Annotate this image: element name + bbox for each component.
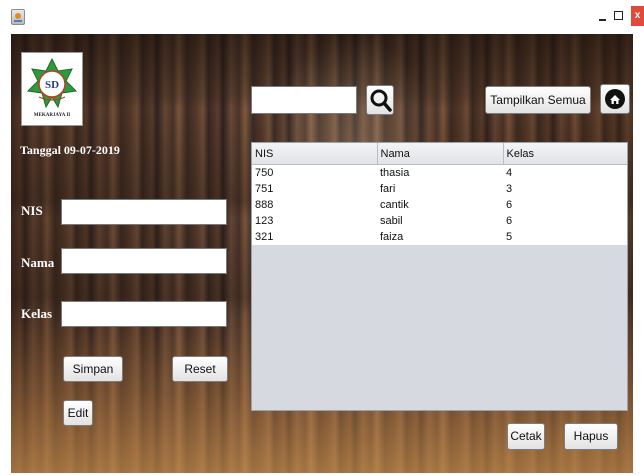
search-input[interactable] [251,86,357,114]
table-cell: 4 [503,164,627,181]
column-header-kelas[interactable]: Kelas [503,143,627,165]
nama-label: Nama [21,255,55,270]
column-header-nis[interactable]: NIS [252,143,378,165]
nis-label: NIS [21,203,43,218]
column-header-nama[interactable]: Nama [377,143,504,165]
minimize-button[interactable] [596,6,610,26]
nama-field[interactable] [61,248,227,274]
home-button[interactable] [600,84,630,114]
search-button[interactable] [366,85,394,115]
hapus-button[interactable]: Hapus [564,423,618,450]
table-row[interactable]: 321 faiza 5 [252,229,627,245]
table-cell: 321 [252,229,377,245]
table-header-row: NIS Nama Kelas [252,143,627,165]
table-cell: faiza [377,229,503,245]
kelas-field[interactable] [61,301,227,327]
edit-button[interactable]: Edit [63,400,93,426]
nis-field[interactable] [61,199,227,225]
table-cell: 3 [503,181,627,197]
table-cell: 6 [503,213,627,229]
svg-text:MEKARJAYA II: MEKARJAYA II [34,113,70,118]
home-icon [605,89,625,109]
simpan-button[interactable]: Simpan [63,356,123,382]
table-row[interactable]: 750 thasia 4 [252,164,627,181]
student-table[interactable]: NIS Nama Kelas 750 thasia 4 751 fari 3 8… [251,142,628,411]
table-row[interactable]: 888 cantik 6 [252,197,627,213]
table-row[interactable]: 123 sabil 6 [252,213,627,229]
table-cell: 5 [503,229,627,245]
app-window: x SD MEKARJAYA II Tanggal 09-07-2019 NIS… [0,0,644,475]
show-all-button[interactable]: Tampilkan Semua [485,86,591,114]
school-logo: SD MEKARJAYA II [21,52,83,126]
table-cell: 6 [503,197,627,213]
maximize-button[interactable] [612,6,626,26]
table-row[interactable]: 751 fari 3 [252,181,627,197]
table-cell: sabil [377,213,503,229]
search-icon [370,89,392,112]
date-label: Tanggal 09-07-2019 [20,143,120,157]
table-cell: cantik [377,197,503,213]
svg-text:SD: SD [45,79,59,91]
close-button[interactable]: x [631,6,644,26]
table-cell: thasia [377,164,503,181]
title-bar: x [0,0,644,34]
table-cell: fari [377,181,503,197]
reset-button[interactable]: Reset [172,356,228,382]
kelas-label: Kelas [21,306,53,321]
java-app-icon [11,9,25,25]
table-cell: 888 [252,197,377,213]
table-cell: 123 [252,213,377,229]
cetak-button[interactable]: Cetak [507,423,545,450]
table-cell: 750 [252,164,377,181]
table-cell: 751 [252,181,377,197]
